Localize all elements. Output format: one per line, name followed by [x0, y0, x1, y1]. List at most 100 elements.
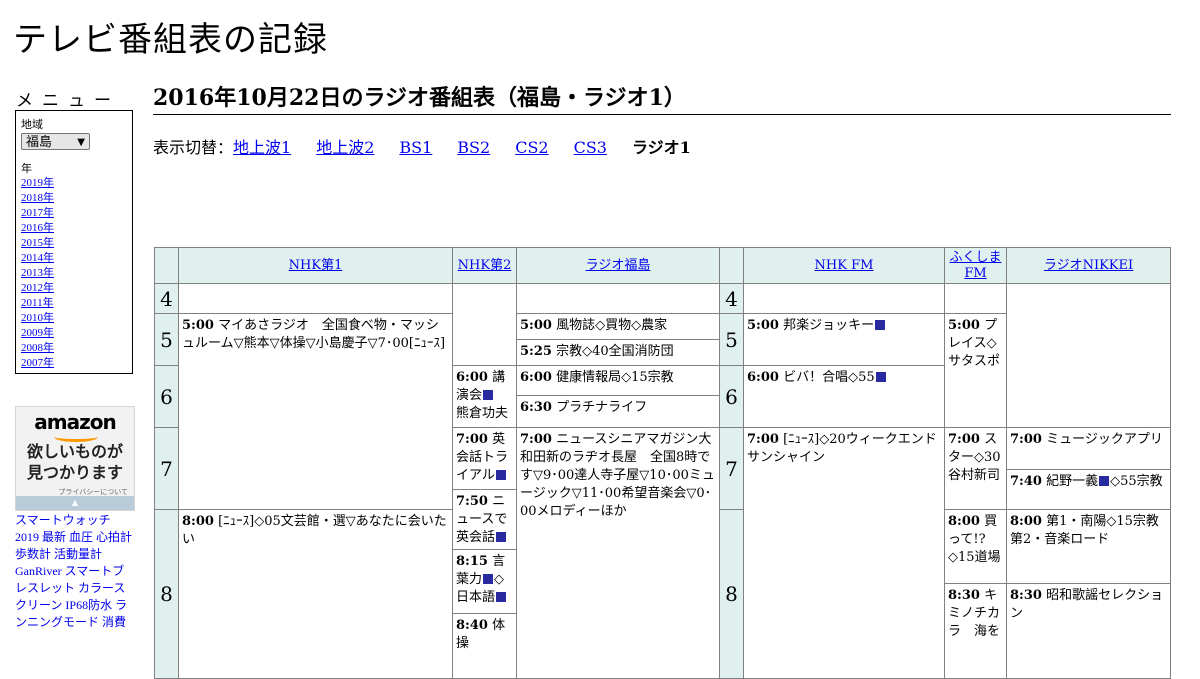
- year-link[interactable]: 2014年: [21, 252, 54, 264]
- hour-cell: 7: [719, 427, 744, 510]
- year-link[interactable]: 2013年: [21, 267, 54, 279]
- amazon-logo: amazon: [34, 410, 116, 434]
- channel-header: NHK第1: [178, 247, 453, 284]
- program-cell[interactable]: 5:00 邦楽ジョッキー: [743, 313, 945, 366]
- channel-link-fukushima-fm[interactable]: ふくしまFM: [947, 250, 1004, 282]
- channel-link-nhk2[interactable]: NHK第2: [458, 258, 512, 274]
- program-cell[interactable]: 8:00 第1・南陽◇15宗教第2・音楽ロード: [1006, 509, 1171, 584]
- year-link[interactable]: 2011年: [21, 297, 54, 309]
- channel-link-nhk1[interactable]: NHK第1: [289, 258, 343, 274]
- empty-slot: [743, 283, 945, 314]
- program-cell[interactable]: 5:00 風物誌◇買物◇農家: [516, 313, 720, 340]
- switch-link-terrestrial1[interactable]: 地上波1: [233, 138, 291, 157]
- rebroadcast-marker-icon: [495, 470, 506, 480]
- program-cell[interactable]: 8:00 [ﾆｭｰｽ]◇05文芸館・選▽あなたに会いたい: [178, 509, 453, 679]
- chevron-up-icon: ▲: [71, 498, 79, 507]
- ad-link-line[interactable]: クリーン IP68防水 ラ: [15, 597, 137, 614]
- year-link[interactable]: 2012年: [21, 282, 54, 294]
- program-cell[interactable]: 7:00 英会話トライアル: [452, 427, 517, 490]
- program-cell[interactable]: 5:00 プレイス◇サタスポ: [944, 313, 1007, 428]
- rebroadcast-marker-icon: [875, 320, 886, 330]
- channel-header: ふくしまFM: [944, 247, 1007, 284]
- channel-header: NHK第2: [452, 247, 517, 284]
- switch-link-bs1[interactable]: BS1: [399, 138, 432, 157]
- menu-heading: メニュー: [16, 91, 120, 111]
- switch-link-cs2[interactable]: CS2: [515, 138, 548, 157]
- rebroadcast-marker-icon: [1099, 476, 1110, 486]
- amazon-ad[interactable]: amazon 欲しいものが 見つかります プライバシーについて ▲: [15, 406, 135, 511]
- channel-link-radio-nikkei[interactable]: ラジオNIKKEI: [1044, 258, 1133, 274]
- switch-link-cs3[interactable]: CS3: [574, 138, 607, 157]
- hour-cell: 6: [154, 365, 179, 428]
- program-cell[interactable]: 7:50 ニュースで英会話: [452, 489, 517, 550]
- ad-link-line[interactable]: レスレット カラース: [15, 580, 137, 597]
- year-link[interactable]: 2007年: [21, 357, 54, 369]
- program-cell[interactable]: 8:00 買って!?◇15道場: [944, 509, 1007, 584]
- empty-slot: [1006, 283, 1171, 428]
- ad-link-line[interactable]: スマートウォッチ: [15, 512, 137, 529]
- region-label: 地域: [21, 119, 43, 131]
- view-switcher: 表示切替：地上波1 地上波2 BS1 BS2 CS2 CS3 ラジオ1: [153, 134, 716, 158]
- rebroadcast-marker-icon: [483, 574, 494, 584]
- empty-slot: [944, 283, 1007, 314]
- year-link[interactable]: 2008年: [21, 342, 54, 354]
- year-link[interactable]: 2009年: [21, 327, 54, 339]
- region-select[interactable]: 福島 ▼: [21, 133, 90, 150]
- hour-cell: 4: [719, 283, 744, 314]
- channel-link-radio-fukushima[interactable]: ラジオ福島: [586, 258, 651, 274]
- program-cell[interactable]: 7:00 [ﾆｭｰｽ]◇20ウィークエンドサンシャイン: [743, 427, 945, 679]
- weather-marker-icon: [875, 372, 886, 382]
- rebroadcast-marker-icon: [483, 390, 494, 400]
- channel-header: ラジオNIKKEI: [1006, 247, 1171, 284]
- ad-text: 欲しいものが 見つかります: [16, 441, 134, 483]
- switch-current-radio1: ラジオ1: [631, 138, 691, 157]
- year-link[interactable]: 2019年: [21, 177, 54, 189]
- ad-link-line[interactable]: 2019 最新 血圧 心拍計: [15, 529, 137, 546]
- switch-link-bs2[interactable]: BS2: [457, 138, 490, 157]
- program-cell[interactable]: 8:30 キミノチカラ 海を: [944, 583, 1007, 679]
- program-cell[interactable]: 7:00 スター◇30谷村新司: [944, 427, 1007, 510]
- program-cell[interactable]: 6:30 プラチナライフ: [516, 395, 720, 428]
- hour-cell: 8: [154, 509, 179, 679]
- dropdown-arrow-icon: ▼: [77, 137, 85, 148]
- year-label: 年: [21, 163, 32, 175]
- ad-product-links[interactable]: スマートウォッチ 2019 最新 血圧 心拍計 歩数計 活動量計 GanRive…: [15, 512, 137, 631]
- channel-link-nhk-fm[interactable]: NHK FM: [815, 258, 874, 274]
- ad-link-line[interactable]: ンニングモード 消費: [15, 614, 137, 631]
- hour-cell: 8: [719, 509, 744, 679]
- year-link[interactable]: 2015年: [21, 237, 54, 249]
- hour-cell: 5: [719, 313, 744, 366]
- program-cell[interactable]: 6:00 講演会 熊倉功夫: [452, 365, 517, 428]
- empty-slot: [452, 283, 517, 366]
- switch-link-terrestrial2[interactable]: 地上波2: [316, 138, 374, 157]
- program-cell[interactable]: 6:00 健康情報局◇15宗教: [516, 365, 720, 396]
- program-cell[interactable]: 8:15 言葉力 ◇日本語: [452, 549, 517, 614]
- rebroadcast-marker-icon: [496, 532, 507, 542]
- empty-slot: [178, 283, 453, 314]
- page-title: 2016年10月22日のラジオ番組表（福島・ラジオ1）: [153, 84, 1171, 115]
- year-link[interactable]: 2016年: [21, 222, 54, 234]
- hour-cell: 4: [154, 283, 179, 314]
- site-title: テレビ番組表の記録: [13, 20, 328, 60]
- ad-collapse-bar[interactable]: ▲: [16, 496, 134, 510]
- program-cell[interactable]: 5:25 宗教◇40全国消防団: [516, 339, 720, 366]
- channel-header: ラジオ福島: [516, 247, 720, 284]
- program-cell[interactable]: 7:00 ニュースシニアマガジン大和田新のラヂオ長屋 全国8時です▽9･00達人…: [516, 427, 720, 679]
- year-link[interactable]: 2017年: [21, 207, 54, 219]
- year-link[interactable]: 2010年: [21, 312, 54, 324]
- ad-link-line[interactable]: GanRiver スマートブ: [15, 563, 137, 580]
- program-cell[interactable]: 8:30 昭和歌謡セレクション: [1006, 583, 1171, 679]
- ad-link-line[interactable]: 歩数計 活動量計: [15, 546, 137, 563]
- corner-cell-left: [154, 247, 179, 284]
- program-cell[interactable]: 7:40 紀野一義 ◇55宗教: [1006, 469, 1171, 510]
- channel-header: NHK FM: [743, 247, 945, 284]
- program-cell[interactable]: 6:00 ビバ！合唱◇55: [743, 365, 945, 428]
- program-cell[interactable]: 8:40 体操: [452, 613, 517, 679]
- program-cell[interactable]: 7:00 ミュージックアプリ: [1006, 427, 1171, 470]
- rebroadcast-marker-icon: [496, 592, 507, 602]
- switch-label: 表示切替：: [153, 138, 234, 157]
- program-cell[interactable]: 5:00 マイあさラジオ 全国食べ物・マッシュルーム▽熊本▽体操▽小島慶子▽7･…: [178, 313, 453, 510]
- hour-cell: 5: [154, 313, 179, 366]
- year-link[interactable]: 2018年: [21, 192, 54, 204]
- hour-cell: 6: [719, 365, 744, 428]
